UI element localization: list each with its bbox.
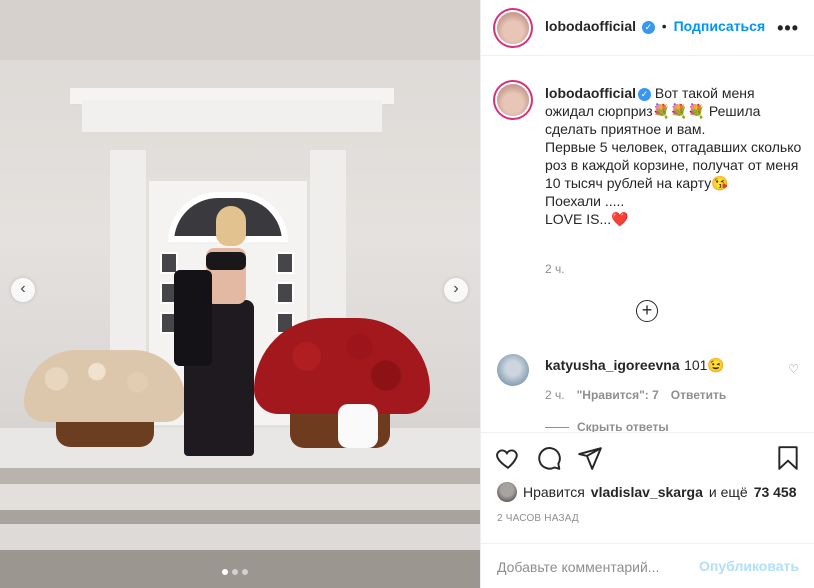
photo-step: [0, 524, 480, 550]
caption-author-username[interactable]: lobodaofficial: [545, 85, 636, 101]
photo-door-pane: [276, 252, 294, 274]
carousel-dot-active: [222, 569, 228, 575]
carousel-dot: [242, 569, 248, 575]
photo-portico: [82, 100, 382, 136]
post-photo[interactable]: ‹ ›: [0, 0, 480, 588]
caption-text: Вот такой меня ожидал сюрприз💐💐💐 Решила …: [545, 85, 802, 227]
caption-body: lobodaofficial ✓ Вот такой меня ожидал сю…: [545, 84, 805, 228]
replies-divider: [545, 426, 569, 428]
likes-count[interactable]: 73 458: [754, 484, 797, 500]
caption-time[interactable]: 2 ч.: [545, 262, 565, 276]
photo-roses-cream: [24, 350, 186, 422]
comment-icon[interactable]: [536, 445, 562, 471]
carousel-indicator: [222, 569, 248, 575]
follow-button[interactable]: Подписаться: [674, 18, 766, 34]
post-timestamp[interactable]: 2 ЧАСОВ НАЗАД: [497, 513, 579, 524]
comment-input[interactable]: [497, 556, 697, 578]
photo-door-pane: [276, 282, 294, 304]
author-username[interactable]: lobodaofficial: [545, 18, 636, 34]
verified-badge-icon: ✓: [641, 20, 655, 34]
header-user-line: lobodaofficial ✓ • Подписаться: [545, 18, 765, 34]
publish-button[interactable]: Опубликовать: [699, 558, 799, 574]
author-avatar[interactable]: [497, 12, 529, 44]
more-options-icon[interactable]: •••: [777, 18, 799, 39]
comment-meta: 2 ч. "Нравится": 7 Ответить: [545, 388, 726, 402]
photo-background: [0, 0, 480, 60]
plus-circle-icon: +: [641, 300, 653, 320]
likes-prefix: Нравится: [523, 484, 585, 500]
add-comment-bar: Опубликовать: [481, 543, 814, 588]
load-more-comments-button[interactable]: +: [636, 300, 658, 322]
comment-likes-count[interactable]: "Нравится": 7: [577, 388, 659, 402]
comment-reply-button[interactable]: Ответить: [671, 388, 726, 402]
comment-item: katyusha_igoreevna 101😉 ♡ 2 ч. "Нравится…: [497, 354, 807, 432]
carousel-prev-button[interactable]: ‹: [11, 278, 35, 302]
post-side-panel: lobodaofficial ✓ • Подписаться ••• lobod…: [480, 0, 814, 588]
likes-suffix: и ещё: [708, 484, 748, 500]
heart-icon[interactable]: [495, 445, 521, 471]
hide-replies-button[interactable]: Скрыть ответы: [577, 420, 669, 432]
commenter-username[interactable]: katyusha_igoreevna: [545, 357, 680, 373]
photo-jacket: [174, 270, 212, 366]
chevron-left-icon: ‹: [20, 280, 26, 297]
comment-text: 101😉: [684, 357, 725, 373]
bookmark-icon[interactable]: [775, 445, 801, 471]
photo-ribbon-bow: [338, 404, 378, 448]
send-icon[interactable]: [577, 445, 603, 471]
commenter-avatar[interactable]: [497, 354, 529, 386]
photo-person-top: [206, 252, 246, 270]
photo-step: [0, 468, 480, 484]
carousel-dot: [232, 569, 238, 575]
caption-author-avatar[interactable]: [497, 84, 529, 116]
hide-replies-row[interactable]: Скрыть ответы: [545, 420, 669, 432]
likes-summary: Нравится vladislav_skarga и ещё 73 458: [497, 482, 797, 502]
liker-username[interactable]: vladislav_skarga: [591, 484, 703, 500]
photo-step: [0, 484, 480, 510]
comment-time[interactable]: 2 ч.: [545, 388, 565, 402]
chevron-right-icon: ›: [453, 280, 459, 297]
comment-like-icon[interactable]: ♡: [788, 362, 799, 376]
separator-dot: •: [661, 18, 667, 34]
photo-person-head: [216, 206, 246, 246]
post-actions: Нравится vladislav_skarga и ещё 73 458 2…: [481, 432, 814, 588]
post-header: lobodaofficial ✓ • Подписаться •••: [481, 0, 814, 56]
carousel-next-button[interactable]: ›: [444, 278, 468, 302]
liker-avatar[interactable]: [497, 482, 517, 502]
photo-step: [0, 510, 480, 524]
verified-badge-icon: ✓: [638, 87, 651, 101]
comment-line: katyusha_igoreevna 101😉: [545, 357, 725, 375]
